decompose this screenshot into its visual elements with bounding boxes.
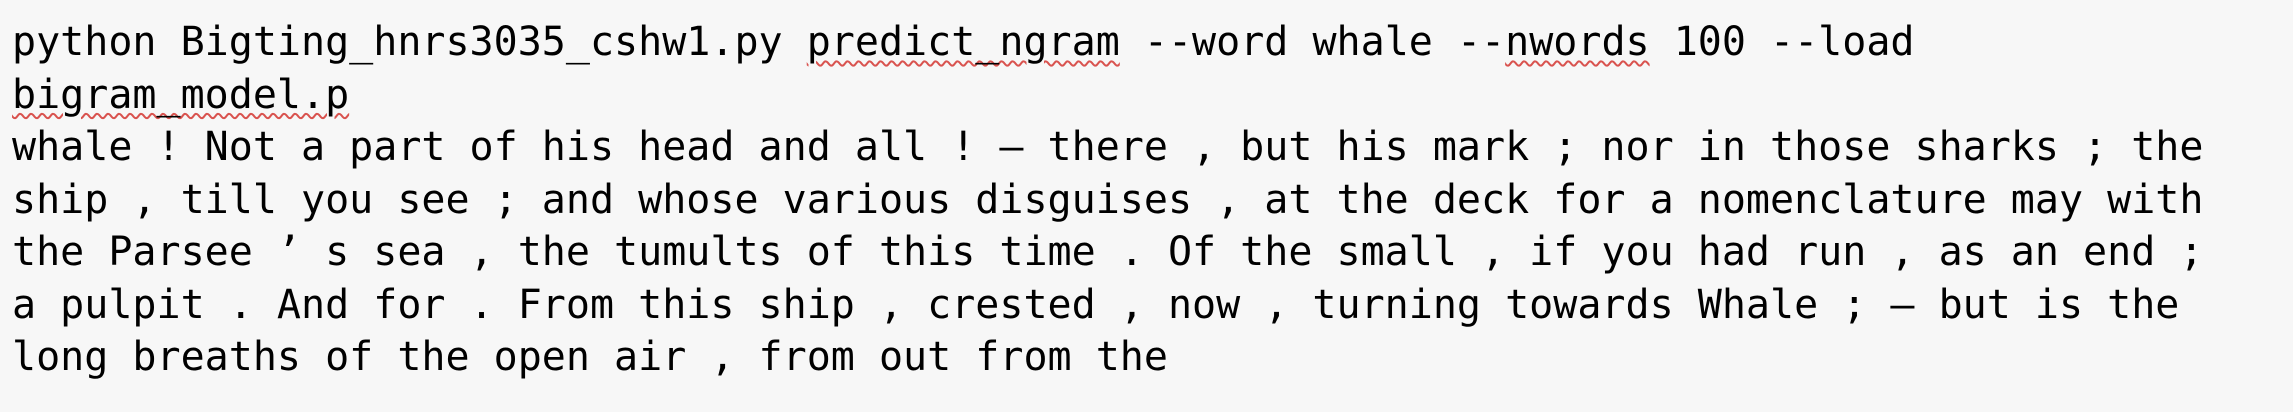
output-line-3: the Parsee ’ s sea , the tumults of this… <box>12 229 2204 275</box>
output-line-5: long breaths of the open air , from out … <box>12 334 1168 380</box>
document-page: python Bigting_hnrs3035_cshw1.py predict… <box>0 0 2293 412</box>
command-line-2: bigram_model.p <box>12 69 2281 122</box>
command-load-arg: 100 --load <box>1649 19 1915 65</box>
spellcheck-word-predict-ngram[interactable]: predict_ngram <box>807 19 1120 65</box>
output-line-4: a pulpit . And for . From this ship , cr… <box>12 281 2180 328</box>
command-prefix: python Bigting_hnrs3035_cshw1.py <box>12 19 807 65</box>
command-line-1: python Bigting_hnrs3035_cshw1.py predict… <box>12 16 2281 69</box>
command-word-arg: --word whale -- <box>1119 19 1506 65</box>
output-line-2: ship , till you see ; and whose various … <box>12 176 2204 223</box>
output-line-1: whale ! Not a part of his head and all !… <box>12 124 2204 170</box>
spellcheck-word-nwords[interactable]: nwords <box>1505 19 1650 65</box>
spellcheck-word-model-file[interactable]: bigram_model.p <box>12 72 349 118</box>
